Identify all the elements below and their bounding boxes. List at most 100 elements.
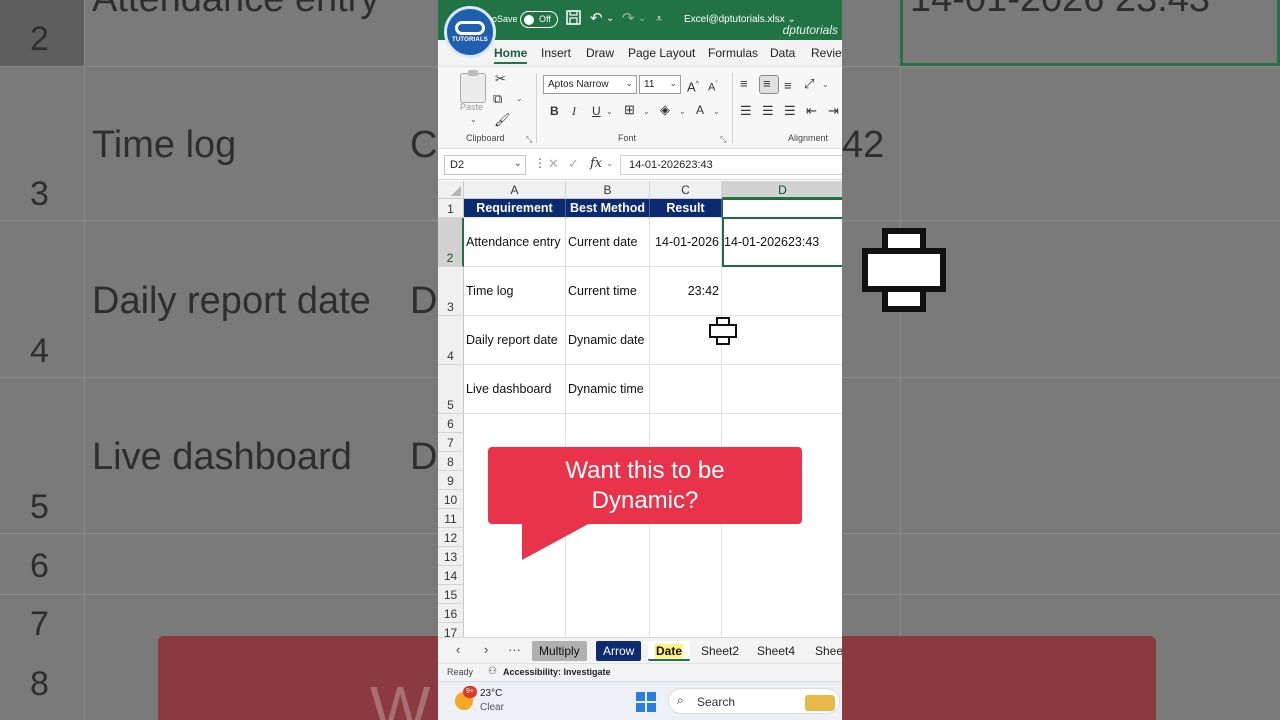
row-header[interactable]: 15 bbox=[438, 585, 464, 604]
column-header-a[interactable]: A bbox=[464, 181, 566, 199]
chevron-down-icon[interactable]: ⌄ bbox=[713, 107, 720, 116]
sheet-tab-date[interactable]: Date bbox=[648, 641, 691, 661]
row-header[interactable]: 10 bbox=[438, 490, 464, 509]
table-cell[interactable] bbox=[722, 267, 842, 316]
sheet-tab-sheet[interactable]: Sheet bbox=[808, 641, 842, 661]
chevron-down-icon[interactable]: ⌄ bbox=[643, 107, 650, 116]
dialog-launcher-icon[interactable]: ⤡ bbox=[720, 135, 726, 145]
enter-icon[interactable]: ✓ bbox=[568, 156, 579, 172]
table-cell[interactable]: Current time bbox=[566, 267, 650, 316]
tab-insert[interactable]: Insert bbox=[541, 46, 571, 60]
row-header[interactable]: 17 bbox=[438, 623, 464, 637]
tab-page-layout[interactable]: Page Layout bbox=[628, 46, 695, 60]
name-box[interactable]: D2 ⌄ bbox=[444, 155, 526, 175]
save-icon[interactable] bbox=[566, 10, 581, 30]
grow-font-icon[interactable]: A^ bbox=[687, 77, 699, 95]
italic-button[interactable]: I bbox=[572, 103, 576, 119]
chevron-down-icon[interactable]: ⌄ bbox=[606, 107, 613, 116]
chevron-down-icon[interactable]: ⌄ bbox=[470, 115, 477, 124]
table-cell[interactable]: Attendance entry bbox=[464, 218, 566, 267]
table-cell[interactable]: Dynamic date bbox=[566, 316, 650, 365]
cancel-icon[interactable]: ✕ bbox=[548, 156, 559, 172]
redo-icon[interactable]: ↷ bbox=[622, 10, 635, 28]
worksheet-grid[interactable]: A B C D 1 2 3 4 5 6 7 8 9 10 11 12 13 14… bbox=[438, 181, 842, 637]
chevron-down-icon[interactable]: ⌄ bbox=[679, 107, 686, 116]
tab-data[interactable]: Data bbox=[770, 46, 795, 60]
chevron-down-icon[interactable]: ⌄ bbox=[822, 80, 829, 89]
shrink-font-icon[interactable]: Aˇ bbox=[708, 77, 718, 96]
row-header[interactable]: 8 bbox=[438, 452, 464, 471]
row-header[interactable]: 6 bbox=[438, 414, 464, 433]
row-header[interactable]: 3 bbox=[438, 267, 464, 316]
table-cell[interactable] bbox=[722, 365, 842, 414]
align-bottom-icon[interactable]: ≡ bbox=[784, 78, 792, 94]
align-right-icon[interactable]: ☰ bbox=[784, 103, 796, 119]
row-header[interactable]: 4 bbox=[438, 316, 464, 365]
autosave-toggle[interactable]: Off bbox=[520, 11, 558, 28]
table-header-result[interactable]: Result bbox=[650, 199, 722, 218]
table-cell[interactable] bbox=[722, 316, 842, 365]
sheet-tab-sheet4[interactable]: Sheet4 bbox=[750, 641, 802, 661]
taskbar-search[interactable]: ⌕ Search bbox=[668, 688, 840, 714]
row-header[interactable]: 1 bbox=[438, 199, 464, 218]
table-cell[interactable]: Daily report date bbox=[464, 316, 566, 365]
more-sheets-icon[interactable]: ··· bbox=[508, 642, 521, 657]
orientation-icon[interactable]: ⤢ bbox=[804, 76, 814, 92]
sheet-tab-arrow[interactable]: Arrow bbox=[596, 641, 642, 661]
cut-icon[interactable]: ✂ bbox=[495, 71, 506, 87]
chevron-down-icon[interactable]: ⌄ bbox=[606, 158, 614, 169]
sheet-tab-multiply[interactable]: Multiply bbox=[532, 641, 587, 661]
chevron-left-icon[interactable]: ‹ bbox=[456, 642, 460, 657]
accessibility-icon[interactable]: ⚇ bbox=[488, 666, 497, 677]
redo-dropdown-icon[interactable]: ⌄ bbox=[638, 10, 646, 28]
align-left-icon[interactable]: ☰ bbox=[740, 103, 752, 119]
bold-button[interactable]: B bbox=[550, 103, 559, 119]
row-header[interactable]: 12 bbox=[438, 528, 464, 547]
font-size-select[interactable]: 11 ⌄ bbox=[639, 75, 681, 94]
align-center-icon[interactable]: ☰ bbox=[762, 103, 774, 119]
row-header[interactable]: 2 bbox=[438, 218, 464, 267]
select-all-button[interactable] bbox=[438, 181, 464, 199]
decrease-indent-icon[interactable]: ⇤ bbox=[806, 103, 817, 119]
customize-icon[interactable]: ⩡ bbox=[656, 10, 662, 28]
column-header-c[interactable]: C bbox=[650, 181, 722, 199]
weather-temperature[interactable]: 23°C bbox=[480, 688, 502, 699]
undo-dropdown-icon[interactable]: ⌄ bbox=[606, 10, 614, 28]
table-cell[interactable] bbox=[650, 365, 722, 414]
copy-icon[interactable]: ⧉ bbox=[493, 91, 502, 107]
row-header[interactable]: 7 bbox=[438, 433, 464, 452]
more-icon[interactable]: ⋮ bbox=[534, 156, 546, 170]
row-header[interactable]: 16 bbox=[438, 604, 464, 623]
row-header[interactable]: 11 bbox=[438, 509, 464, 528]
format-painter-icon[interactable]: 🖌 bbox=[494, 112, 511, 128]
align-top-icon[interactable]: ≡ bbox=[740, 76, 748, 92]
tab-home[interactable]: Home bbox=[494, 46, 528, 64]
undo-icon[interactable]: ↶ bbox=[590, 10, 603, 28]
row-header[interactable]: 5 bbox=[438, 365, 464, 414]
tab-formulas[interactable]: Formulas bbox=[708, 46, 758, 60]
borders-icon[interactable]: ⊞ bbox=[624, 102, 635, 118]
accessibility-status[interactable]: Accessibility: Investigate bbox=[503, 667, 611, 677]
formula-input[interactable]: 14-01-202623:43 bbox=[620, 155, 842, 175]
fill-color-icon[interactable]: ◈ bbox=[660, 102, 670, 118]
increase-indent-icon[interactable]: ⇥ bbox=[828, 103, 839, 119]
column-header-b[interactable]: B bbox=[566, 181, 650, 199]
row-header[interactable]: 13 bbox=[438, 547, 464, 566]
font-color-icon[interactable]: A bbox=[696, 102, 704, 118]
table-cell[interactable]: Time log bbox=[464, 267, 566, 316]
table-cell[interactable]: Live dashboard bbox=[464, 365, 566, 414]
table-header-requirement[interactable]: Requirement bbox=[464, 199, 566, 218]
dialog-launcher-icon[interactable]: ⤡ bbox=[526, 135, 532, 145]
windows-start-icon[interactable] bbox=[636, 692, 656, 712]
table-cell[interactable]: 14-01-2026 bbox=[650, 218, 722, 267]
paste-icon[interactable] bbox=[460, 73, 486, 103]
chevron-down-icon[interactable]: ⌄ bbox=[516, 94, 523, 103]
sheet-tab-sheet2[interactable]: Sheet2 bbox=[694, 641, 746, 661]
table-cell[interactable]: 23:42 bbox=[650, 267, 722, 316]
row-header[interactable]: 9 bbox=[438, 471, 464, 490]
underline-button[interactable]: U bbox=[592, 103, 601, 119]
file-name[interactable]: Excel@dptutorials.xlsx ⌄ bbox=[684, 14, 796, 25]
table-header-best-method[interactable]: Best Method bbox=[566, 199, 650, 218]
row-header[interactable]: 14 bbox=[438, 566, 464, 585]
tab-draw[interactable]: Draw bbox=[586, 46, 614, 60]
